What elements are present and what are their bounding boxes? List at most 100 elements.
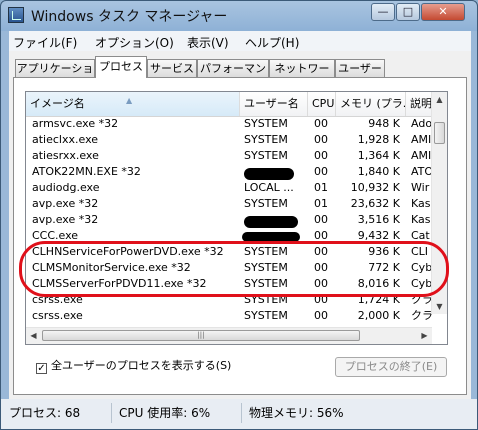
table-row[interactable]: CLMSMonitorService.exe *32 SYSTEM 00 772 KC… <box>26 260 436 276</box>
status-physical-memory: 物理メモリ: 56% <box>249 406 344 420</box>
process-user: SYSTEM <box>244 149 288 162</box>
menu-bar: ファイル(F) オプション(O) 表示(V) ヘルプ(H) <box>9 31 471 51</box>
process-memory: 948 K <box>368 117 400 130</box>
table-row[interactable]: csrss.exe SYSTEM 00 1,724 K クラ <box>26 292 436 308</box>
table-row[interactable]: CLHNServiceForPowerDVD.exe *32 SYSTEM 00 93… <box>26 244 436 260</box>
scroll-left-icon[interactable]: ◀ <box>26 328 41 344</box>
status-cpu-usage: CPU 使用率: 6% <box>119 406 211 420</box>
process-name: csrss.exe <box>32 309 83 322</box>
process-name: csrss.exe <box>32 293 83 306</box>
menu-view[interactable]: 表示(V) <box>187 34 229 51</box>
process-user: SYSTEM <box>244 309 288 322</box>
table-row[interactable]: audiodg.exe LOCAL ... 01 10,932 K Wir <box>26 180 436 196</box>
column-image-name-label: イメージ名 <box>30 97 85 110</box>
sort-ascending-icon: ▲ <box>126 96 133 105</box>
process-cpu: 00 <box>314 261 328 274</box>
window-title: Windows タスク マネージャー <box>31 9 228 25</box>
column-cpu[interactable]: CPU <box>308 92 336 116</box>
status-divider <box>241 403 242 423</box>
tab-processes[interactable]: プロセス <box>95 56 147 78</box>
horizontal-scroll-thumb[interactable]: ||| <box>42 330 360 341</box>
menu-options[interactable]: オプション(O) <box>95 34 174 51</box>
process-name: atieclxx.exe <box>32 133 99 146</box>
process-user: SYSTEM <box>244 277 288 290</box>
process-memory: 772 K <box>368 261 400 274</box>
tab-users[interactable]: ユーザー <box>335 59 385 77</box>
status-process-count: プロセス: 68 <box>9 406 81 420</box>
process-name: avp.exe *32 <box>32 213 99 226</box>
column-image-name[interactable]: ▲ イメージ名 <box>26 92 240 116</box>
close-button[interactable]: ✕ <box>421 3 465 21</box>
title-bar[interactable]: Windows タスク マネージャー — □ ✕ <box>1 1 477 29</box>
column-memory[interactable]: メモリ (プラ... <box>336 92 406 116</box>
table-row[interactable]: CLMSServerForPDVD11.exe *32 SYSTEM 00 8,016… <box>26 276 436 292</box>
process-cpu: 01 <box>314 197 328 210</box>
tab-network[interactable]: ネットワーク <box>269 59 335 92</box>
process-cpu: 00 <box>314 309 328 322</box>
column-user-name[interactable]: ユーザー名 <box>240 92 308 116</box>
process-memory: 10,932 K <box>350 181 400 194</box>
table-row[interactable]: avp.exe *32 00 3,516 K Kas <box>26 212 436 228</box>
process-cpu: 00 <box>314 213 328 226</box>
process-memory: 1,364 K <box>357 149 400 162</box>
process-name: CLHNServiceForPowerDVD.exe *32 <box>32 245 224 258</box>
minimize-button[interactable]: — <box>371 3 395 21</box>
process-user: SYSTEM <box>244 261 288 274</box>
redacted-user-scribble <box>244 216 298 228</box>
process-cpu: 00 <box>314 277 328 290</box>
table-row[interactable]: avp.exe *32 SYSTEM 01 23,632 K Kas <box>26 196 436 212</box>
process-memory: 23,632 K <box>350 197 400 210</box>
process-name: audiodg.exe <box>32 181 100 194</box>
process-memory: 1,928 K <box>357 133 400 146</box>
tab-services[interactable]: サービス <box>147 59 197 77</box>
process-user: LOCAL ... <box>244 181 294 194</box>
table-row[interactable]: atieclxx.exe SYSTEM 00 1,928 K AMI <box>26 132 436 148</box>
show-all-users-label: 全ユーザーのプロセスを表示する(S) <box>51 359 232 372</box>
show-all-users-checkbox[interactable]: ✓ <box>36 363 47 374</box>
table-row[interactable]: atiesrxx.exe SYSTEM 00 1,364 K AMI <box>26 148 436 164</box>
vertical-scrollbar[interactable]: ▲ ▼ <box>431 92 447 314</box>
process-list[interactable]: ▲ イメージ名 ユーザー名 CPU メモリ (プラ... 説明 armsvc.e… <box>25 91 448 345</box>
redacted-user-scribble <box>242 232 300 242</box>
column-header-row: ▲ イメージ名 ユーザー名 CPU メモリ (プラ... 説明 <box>26 92 436 117</box>
scroll-right-icon[interactable]: ▶ <box>417 328 432 344</box>
process-cpu: 00 <box>314 149 328 162</box>
process-name: armsvc.exe *32 <box>32 117 119 130</box>
task-manager-icon <box>8 7 24 23</box>
process-cpu: 00 <box>314 117 328 130</box>
process-user: SYSTEM <box>244 117 288 130</box>
process-name: atiesrxx.exe <box>32 149 99 162</box>
process-memory: 2,000 K <box>357 309 400 322</box>
menu-help[interactable]: ヘルプ(H) <box>245 34 299 51</box>
process-name: CLMSServerForPDVD11.exe *32 <box>32 277 207 290</box>
show-all-users-option[interactable]: ✓ 全ユーザーのプロセスを表示する(S) <box>36 357 231 374</box>
end-process-button[interactable]: プロセスの終了(E) <box>335 357 447 377</box>
tab-performance[interactable]: パフォーマンス <box>197 59 269 92</box>
horizontal-scrollbar[interactable]: ◀ ||| ▶ <box>26 327 432 344</box>
process-cpu: 00 <box>314 293 328 306</box>
tab-applications[interactable]: アプリケーション <box>15 59 95 92</box>
process-user: SYSTEM <box>244 133 288 146</box>
process-user: SYSTEM <box>244 245 288 258</box>
process-name: avp.exe *32 <box>32 197 99 210</box>
process-name: ATOK22MN.EXE *32 <box>32 165 141 178</box>
table-row[interactable]: armsvc.exe *32 SYSTEM 00 948 K Ado <box>26 116 436 132</box>
vertical-scroll-thumb[interactable] <box>434 122 445 144</box>
scroll-up-icon[interactable]: ▲ <box>432 92 447 107</box>
process-memory: 3,516 K <box>357 213 400 226</box>
process-cpu: 01 <box>314 181 328 194</box>
process-user: SYSTEM <box>244 197 288 210</box>
scroll-down-icon[interactable]: ▼ <box>432 299 447 314</box>
table-row[interactable]: csrss.exe SYSTEM 00 2,000 K クラ <box>26 308 436 324</box>
table-row[interactable]: CCC.exe 00 9,432 K Cat <box>26 228 436 244</box>
process-cpu: 00 <box>314 165 328 178</box>
status-bar: プロセス: 68 CPU 使用率: 6% 物理メモリ: 56% <box>1 399 477 429</box>
process-memory: 1,840 K <box>357 165 400 178</box>
menu-file[interactable]: ファイル(F) <box>13 34 77 51</box>
maximize-button[interactable]: □ <box>396 3 420 21</box>
process-memory: 9,432 K <box>357 229 400 242</box>
process-user: SYSTEM <box>244 293 288 306</box>
process-memory: 8,016 K <box>357 277 400 290</box>
process-cpu: 00 <box>314 133 328 146</box>
table-row[interactable]: ATOK22MN.EXE *32 00 1,840 K ATO <box>26 164 436 180</box>
